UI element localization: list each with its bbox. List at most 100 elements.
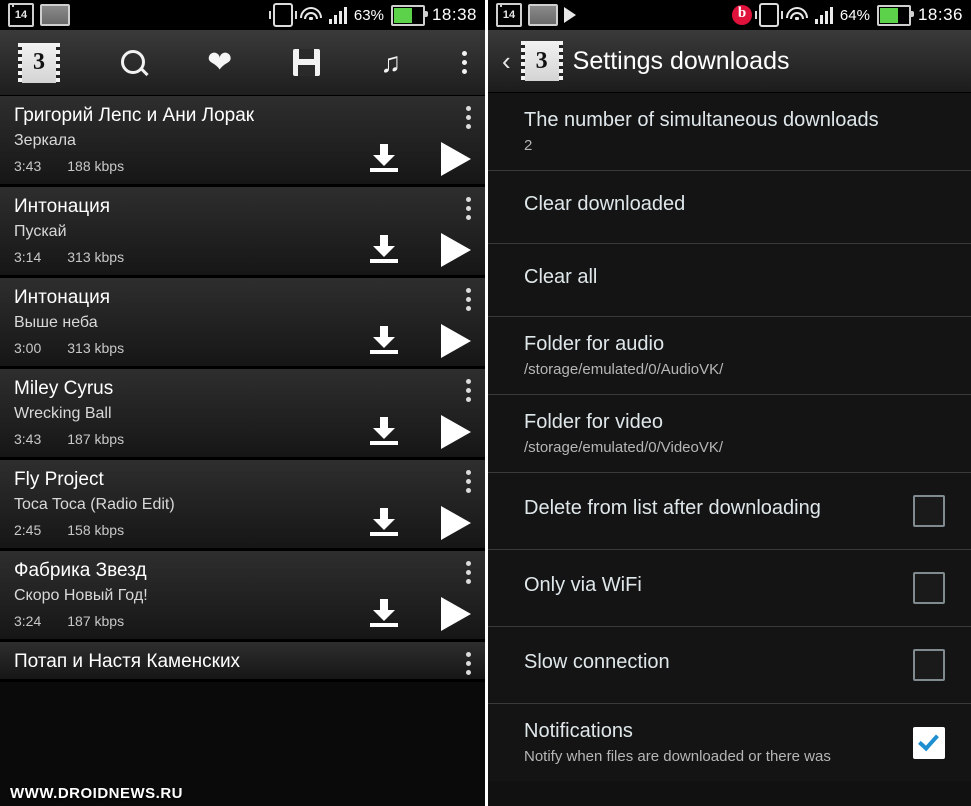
app-logo-icon[interactable]: 3 bbox=[520, 41, 563, 81]
track-overflow-icon[interactable] bbox=[466, 197, 471, 220]
play-icon[interactable] bbox=[441, 415, 471, 449]
track-row[interactable]: Потап и Настя Каменских bbox=[0, 642, 485, 682]
left-screen: 14 63% 18:38 3 ❤ ♫ Григорий Лепс и Ани Л… bbox=[0, 0, 485, 806]
back-icon[interactable]: ‹ bbox=[502, 48, 511, 74]
download-icon[interactable] bbox=[369, 417, 399, 445]
track-title: Потап и Настя Каменских bbox=[14, 651, 241, 672]
track-title: Miley Cyrus bbox=[14, 378, 114, 399]
track-song: Выше неба bbox=[14, 314, 98, 331]
app-logo-icon[interactable]: 3 bbox=[18, 42, 60, 83]
setting-value: 2 bbox=[524, 137, 533, 154]
track-row[interactable]: Интонация Пускай 3:14 313 kbps bbox=[0, 187, 485, 278]
setting-row-clear-downloaded[interactable]: Clear downloaded bbox=[488, 171, 971, 244]
track-overflow-icon[interactable] bbox=[466, 652, 471, 675]
download-icon[interactable] bbox=[369, 235, 399, 263]
heart-icon[interactable]: ❤ bbox=[207, 47, 232, 78]
dual-screenshot: 14 63% 18:38 3 ❤ ♫ Григорий Лепс и Ани Л… bbox=[0, 0, 971, 806]
status-clock: 18:36 bbox=[917, 5, 963, 24]
setting-label: The number of simultaneous downloads bbox=[524, 109, 879, 131]
track-meta: 2:45 158 kbps bbox=[14, 522, 473, 538]
track-bitrate: 313 kbps bbox=[67, 340, 125, 356]
save-icon[interactable] bbox=[292, 49, 320, 76]
track-song: Toca Toca (Radio Edit) bbox=[14, 496, 175, 513]
setting-row-simultaneous-downloads[interactable]: The number of simultaneous downloads 2 bbox=[488, 93, 971, 171]
setting-label: Delete from list after downloading bbox=[524, 497, 821, 519]
track-duration: 2:45 bbox=[14, 522, 42, 538]
play-icon bbox=[564, 7, 576, 23]
track-overflow-icon[interactable] bbox=[466, 561, 471, 584]
play-icon[interactable] bbox=[441, 142, 471, 176]
track-song: Пускай bbox=[14, 223, 67, 240]
download-icon[interactable] bbox=[369, 144, 399, 172]
notifications-checkbox[interactable] bbox=[913, 726, 945, 759]
watermark: WWW.DROIDNEWS.RU bbox=[10, 785, 183, 802]
setting-label: Notifications bbox=[524, 720, 633, 742]
music-note-icon[interactable]: ♫ bbox=[380, 48, 401, 77]
track-bitrate: 187 kbps bbox=[67, 431, 125, 447]
track-row[interactable]: Фабрика Звезд Скоро Новый Год! 3:24 187 … bbox=[0, 551, 485, 642]
download-icon[interactable] bbox=[369, 508, 399, 536]
vibrate-icon bbox=[268, 3, 297, 27]
track-duration: 3:00 bbox=[14, 340, 42, 356]
setting-row-notifications[interactable]: Notifications Notify when files are down… bbox=[488, 704, 971, 781]
play-icon[interactable] bbox=[441, 233, 471, 267]
setting-row-delete-after-download[interactable]: Delete from list after downloading bbox=[488, 473, 971, 550]
setting-row-folder-audio[interactable]: Folder for audio /storage/emulated/0/Aud… bbox=[488, 317, 971, 395]
setting-row-clear-all[interactable]: Clear all bbox=[488, 244, 971, 317]
vibrate-icon bbox=[754, 3, 783, 27]
track-row[interactable]: Fly Project Toca Toca (Radio Edit) 2:45 … bbox=[0, 460, 485, 551]
battery-icon bbox=[876, 4, 914, 26]
slow-connection-checkbox[interactable] bbox=[913, 649, 945, 681]
overflow-menu-icon[interactable] bbox=[461, 51, 467, 74]
setting-label: Folder for audio bbox=[524, 333, 665, 355]
download-icon[interactable] bbox=[369, 326, 399, 354]
track-meta: 3:43 187 kbps bbox=[14, 431, 473, 447]
setting-row-only-wifi[interactable]: Only via WiFi bbox=[488, 550, 971, 627]
track-duration: 3:24 bbox=[14, 613, 42, 629]
status-right-icons: 63% 18:38 bbox=[268, 3, 477, 27]
setting-label: Folder for video bbox=[524, 411, 663, 433]
track-song: Wrecking Ball bbox=[14, 405, 112, 422]
track-row[interactable]: Григорий Лепс и Ани Лорак Зеркала 3:43 1… bbox=[0, 96, 485, 187]
status-right-icons: 64% 18:36 bbox=[731, 3, 963, 27]
signal-icon bbox=[328, 6, 347, 24]
track-title: Интонация bbox=[14, 287, 111, 308]
track-duration: 3:43 bbox=[14, 431, 42, 447]
setting-label: Clear all bbox=[524, 266, 598, 288]
track-song: Скоро Новый Год! bbox=[14, 587, 148, 604]
status-left-icons: 14 bbox=[8, 3, 70, 27]
track-list: Григорий Лепс и Ани Лорак Зеркала 3:43 1… bbox=[0, 96, 485, 682]
battery-percent: 63% bbox=[353, 6, 384, 24]
setting-row-folder-video[interactable]: Folder for video /storage/emulated/0/Vid… bbox=[488, 395, 971, 473]
signal-icon bbox=[814, 6, 833, 24]
right-status-bar: 14 64% 18:36 bbox=[488, 0, 971, 30]
track-meta: 3:24 187 kbps bbox=[14, 613, 473, 629]
track-overflow-icon[interactable] bbox=[466, 288, 471, 311]
setting-label: Clear downloaded bbox=[524, 193, 686, 215]
status-clock: 18:38 bbox=[431, 5, 477, 24]
track-duration: 3:14 bbox=[14, 249, 42, 265]
download-icon[interactable] bbox=[369, 599, 399, 627]
play-icon[interactable] bbox=[441, 506, 471, 540]
track-row[interactable]: Miley Cyrus Wrecking Ball 3:43 187 kbps bbox=[0, 369, 485, 460]
track-overflow-icon[interactable] bbox=[466, 470, 471, 493]
track-row[interactable]: Интонация Выше неба 3:00 313 kbps bbox=[0, 278, 485, 369]
wifi-icon bbox=[299, 7, 322, 23]
settings-list: The number of simultaneous downloads 2 C… bbox=[488, 93, 971, 781]
setting-row-slow-connection[interactable]: Slow connection bbox=[488, 627, 971, 704]
only-via-wifi-checkbox[interactable] bbox=[913, 572, 945, 604]
status-left-icons: 14 bbox=[496, 3, 576, 27]
track-duration: 3:43 bbox=[14, 158, 42, 174]
setting-value: /storage/emulated/0/AudioVK/ bbox=[524, 361, 724, 378]
setting-value: /storage/emulated/0/VideoVK/ bbox=[524, 439, 724, 456]
play-icon[interactable] bbox=[441, 324, 471, 358]
track-overflow-icon[interactable] bbox=[466, 379, 471, 402]
track-title: Фабрика Звезд bbox=[14, 560, 147, 581]
delete-after-download-checkbox[interactable] bbox=[913, 495, 945, 527]
track-title: Григорий Лепс и Ани Лорак bbox=[14, 105, 255, 126]
track-overflow-icon[interactable] bbox=[466, 106, 471, 129]
play-icon[interactable] bbox=[441, 597, 471, 631]
search-icon[interactable] bbox=[120, 49, 147, 76]
track-title: Fly Project bbox=[14, 469, 104, 490]
track-song: Зеркала bbox=[14, 132, 76, 149]
